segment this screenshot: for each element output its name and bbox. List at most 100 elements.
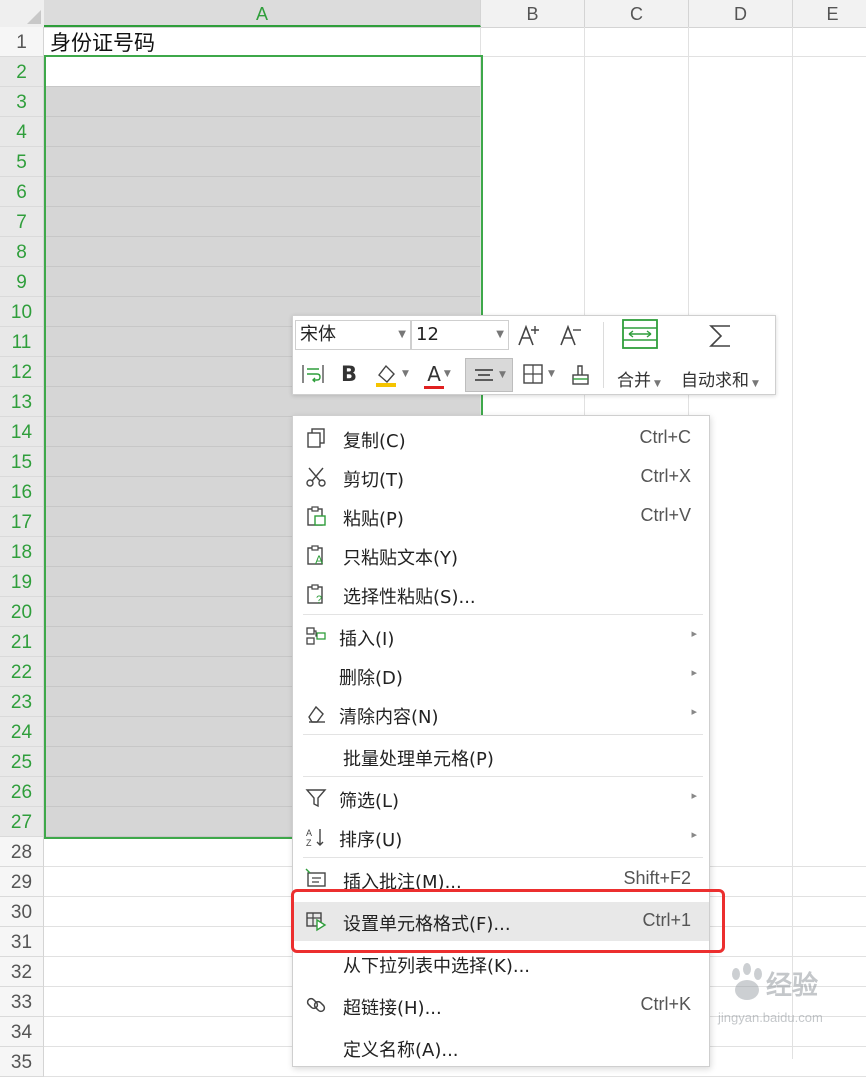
svg-text:Z: Z — [306, 838, 312, 848]
font-size-select[interactable]: 12 ▼ — [411, 320, 509, 350]
column-header-e[interactable]: E — [793, 0, 866, 27]
chevron-down-icon: ▼ — [443, 369, 451, 379]
row-header-25[interactable]: 25 — [0, 747, 44, 777]
row-header-16[interactable]: 16 — [0, 477, 44, 507]
paint-bucket-icon — [376, 364, 397, 387]
merge-center-button[interactable] — [615, 318, 665, 350]
menu-item-label: 插入(I) — [339, 629, 395, 650]
row-header-6[interactable]: 6 — [0, 177, 44, 207]
borders-button[interactable]: ▼ — [517, 358, 559, 390]
row-header-5[interactable]: 5 — [0, 147, 44, 177]
format-painter-button[interactable] — [565, 358, 595, 390]
row-header-22[interactable]: 22 — [0, 657, 44, 687]
row-header-24[interactable]: 24 — [0, 717, 44, 747]
row-header-13[interactable]: 13 — [0, 387, 44, 417]
paste-special-icon: ? — [305, 583, 327, 606]
row-header-29[interactable]: 29 — [0, 867, 44, 897]
svg-text:?: ? — [316, 594, 322, 605]
menu-item-9[interactable]: 筛选(L) ▸ — [293, 779, 709, 818]
menu-item-15[interactable]: 定义名称(A)... — [293, 1028, 709, 1067]
row-header-20[interactable]: 20 — [0, 597, 44, 627]
scissors-icon — [305, 466, 327, 488]
chevron-down-icon: ▼ — [499, 370, 506, 380]
row-header-2[interactable]: 2 — [0, 57, 44, 87]
row-header-14[interactable]: 14 — [0, 417, 44, 447]
font-name-value: 宋体 — [300, 324, 336, 345]
menu-item-14[interactable]: 超链接(H)... Ctrl+K — [293, 986, 709, 1025]
decrease-font-button[interactable] — [555, 320, 587, 352]
row-header-8[interactable]: 8 — [0, 237, 44, 267]
submenu-arrow-icon: ▸ — [691, 666, 697, 679]
row-header-9[interactable]: 9 — [0, 267, 44, 297]
row-header-28[interactable]: 28 — [0, 837, 44, 867]
cell-a1[interactable]: 身份证号码 — [50, 27, 155, 57]
align-center-button[interactable]: ▼ — [465, 358, 513, 392]
row-header-12[interactable]: 12 — [0, 357, 44, 387]
submenu-arrow-icon: ▸ — [691, 627, 697, 640]
filter-icon — [305, 787, 327, 809]
autosum-label[interactable]: 自动求和 ▼ — [681, 366, 759, 391]
row-header-33[interactable]: 33 — [0, 987, 44, 1017]
wrap-text-button[interactable] — [297, 358, 329, 390]
menu-item-10[interactable]: A Z 排序(U) ▸ — [293, 818, 709, 857]
svg-text:A: A — [306, 828, 312, 838]
row-header-1[interactable]: 1 — [0, 27, 44, 57]
row-header-7[interactable]: 7 — [0, 207, 44, 237]
menu-item-5[interactable]: 插入(I) ▸ — [293, 617, 709, 656]
merge-label[interactable]: 合并 ▼ — [617, 366, 661, 391]
row-header-21[interactable]: 21 — [0, 627, 44, 657]
column-header-d[interactable]: D — [689, 0, 793, 27]
row-header-23[interactable]: 23 — [0, 687, 44, 717]
row-header-30[interactable]: 30 — [0, 897, 44, 927]
row-header-18[interactable]: 18 — [0, 537, 44, 567]
row-header-27[interactable]: 27 — [0, 807, 44, 837]
menu-item-7[interactable]: 清除内容(N) ▸ — [293, 695, 709, 734]
menu-separator — [303, 614, 703, 615]
row-header-19[interactable]: 19 — [0, 567, 44, 597]
borders-icon — [523, 364, 543, 384]
chevron-down-icon: ▼ — [398, 329, 406, 340]
menu-item-1[interactable]: 剪切(T) Ctrl+X — [293, 458, 709, 497]
bold-button[interactable]: B — [335, 358, 363, 390]
menu-item-label: 选择性粘贴(S)... — [343, 587, 476, 608]
increase-font-button[interactable] — [513, 320, 545, 352]
menu-item-label: 复制(C) — [343, 431, 406, 452]
highlight-annotation-box — [291, 889, 725, 953]
select-all-corner[interactable] — [0, 0, 45, 27]
sort-icon: AZ — [305, 826, 327, 848]
row-header-34[interactable]: 34 — [0, 1017, 44, 1047]
row-header-17[interactable]: 17 — [0, 507, 44, 537]
autosum-button[interactable] — [703, 320, 739, 352]
row-header-3[interactable]: 3 — [0, 87, 44, 117]
font-size-value: 12 — [416, 324, 439, 345]
column-header-b[interactable]: B — [481, 0, 585, 27]
row-header-10[interactable]: 10 — [0, 297, 44, 327]
copy-icon — [305, 427, 327, 449]
menu-item-6[interactable]: 删除(D) ▸ — [293, 656, 709, 695]
menu-item-3[interactable]: A 只粘贴文本(Y) — [293, 536, 709, 575]
menu-item-label: 从下拉列表中选择(K)... — [343, 956, 531, 977]
menu-item-2[interactable]: 粘贴(P) Ctrl+V — [293, 497, 709, 536]
menu-item-label: 只粘贴文本(Y) — [343, 548, 459, 569]
row-header-35[interactable]: 35 — [0, 1047, 44, 1077]
menu-item-8[interactable]: 批量处理单元格(P) — [293, 737, 709, 776]
row-header-11[interactable]: 11 — [0, 327, 44, 357]
font-color-swatch — [424, 386, 445, 389]
menu-item-shortcut: Ctrl+C — [639, 427, 691, 447]
row-header-31[interactable]: 31 — [0, 927, 44, 957]
chevron-down-icon: ▼ — [496, 329, 504, 340]
fill-color-button[interactable]: ▼ — [369, 358, 413, 390]
menu-item-4[interactable]: ? 选择性粘贴(S)... — [293, 575, 709, 614]
menu-item-shortcut: Ctrl+X — [640, 466, 691, 486]
row-header-4[interactable]: 4 — [0, 117, 44, 147]
row-header-15[interactable]: 15 — [0, 447, 44, 477]
row-header-26[interactable]: 26 — [0, 777, 44, 807]
column-header-c[interactable]: C — [585, 0, 689, 27]
font-name-select[interactable]: 宋体 ▼ — [295, 320, 411, 350]
chevron-down-icon: ▼ — [752, 379, 759, 389]
column-header-a[interactable]: A — [44, 0, 481, 27]
font-color-button[interactable]: A ▼ — [419, 358, 459, 390]
merge-cells-icon — [622, 319, 658, 349]
row-header-32[interactable]: 32 — [0, 957, 44, 987]
menu-item-0[interactable]: 复制(C) Ctrl+C — [293, 419, 709, 458]
